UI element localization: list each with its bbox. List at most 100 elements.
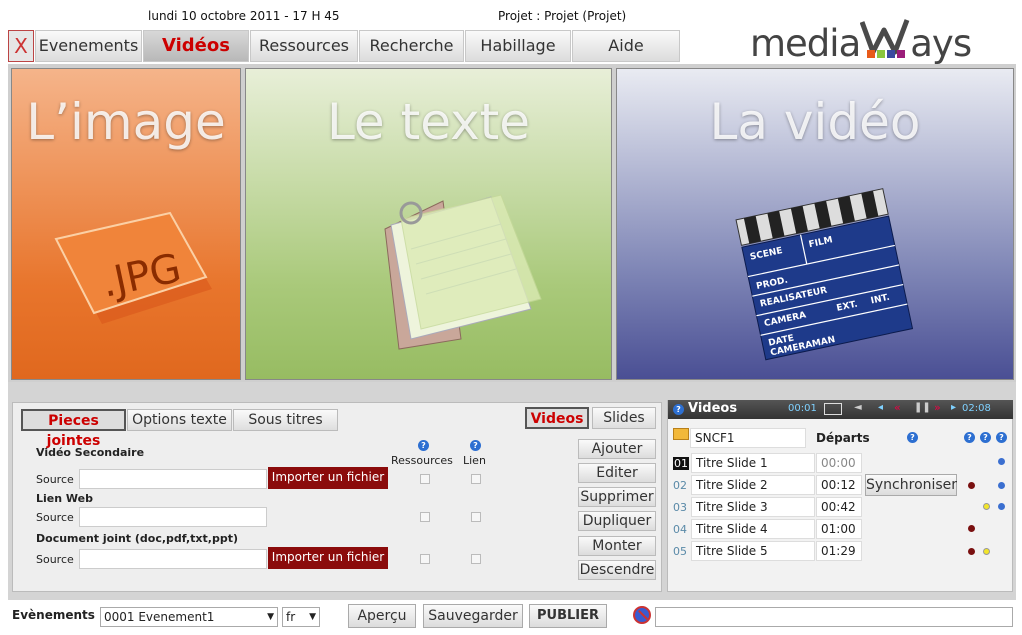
- slide-time[interactable]: 00:00: [816, 453, 862, 473]
- video-secondaire-label: Vidéo Secondaire: [36, 446, 145, 459]
- lien-checkbox[interactable]: [471, 474, 481, 484]
- document-joint-label: Document joint (doc,pdf,txt,ppt): [36, 532, 238, 545]
- lien-web-label: Lien Web: [36, 492, 93, 505]
- slide-title[interactable]: Titre Slide 1: [691, 453, 815, 473]
- tab-recherche[interactable]: Recherche: [359, 30, 464, 62]
- ajouter-button[interactable]: Ajouter: [578, 439, 656, 459]
- publier-button[interactable]: PUBLIER: [529, 604, 607, 628]
- tab-evenements[interactable]: Evenements: [35, 30, 142, 62]
- subtab-sous-titres[interactable]: Sous titres: [233, 409, 338, 431]
- help-icon[interactable]: ?: [418, 440, 429, 451]
- subtab-videos[interactable]: Videos: [525, 407, 589, 429]
- tab-aide[interactable]: Aide: [572, 30, 680, 62]
- slide-time[interactable]: 00:12: [816, 475, 862, 495]
- dupliquer-button[interactable]: Dupliquer: [578, 511, 656, 531]
- status-dot: [998, 503, 1005, 510]
- status-dot: [968, 525, 975, 532]
- slide-title[interactable]: Titre Slide 5: [691, 541, 815, 561]
- pause-icon[interactable]: ❚❚: [914, 402, 931, 413]
- sauvegarder-button[interactable]: Sauvegarder: [423, 604, 523, 628]
- status-input[interactable]: [655, 607, 1013, 627]
- language-select-value: fr: [286, 610, 296, 624]
- no-status-icon: [633, 606, 651, 624]
- status-dot: [983, 548, 990, 555]
- row-number: 01: [673, 457, 689, 470]
- editer-button[interactable]: Editer: [578, 463, 656, 483]
- language-select[interactable]: fr ▼: [282, 607, 320, 627]
- help-icon[interactable]: ?: [673, 404, 684, 415]
- time-end: 02:08: [962, 403, 991, 414]
- slide-time[interactable]: 00:42: [816, 497, 862, 517]
- slide-time[interactable]: 01:00: [816, 519, 862, 539]
- source-label: Source: [36, 553, 74, 566]
- row-number: 03: [673, 501, 687, 514]
- departs-label: Départs: [816, 431, 870, 445]
- source-label: Source: [36, 511, 74, 524]
- prev-icon[interactable]: ◂: [878, 402, 883, 413]
- notepad-icon: [371, 189, 551, 362]
- subtab-options-texte[interactable]: Options texte: [127, 409, 232, 431]
- panel-image[interactable]: L’image .JPG: [11, 68, 241, 380]
- status-dot: [998, 458, 1005, 465]
- rewind-icon[interactable]: «: [894, 401, 901, 414]
- mediaways-logo: media ays: [750, 12, 972, 65]
- videos-title: Videos: [688, 401, 738, 416]
- header-project: Projet : Projet (Projet): [498, 9, 627, 23]
- tab-videos[interactable]: Vidéos: [143, 30, 249, 62]
- supprimer-button[interactable]: Supprimer: [578, 487, 656, 507]
- subtab-pieces-jointes[interactable]: Pieces jointes: [21, 409, 126, 449]
- lien-web-input[interactable]: [79, 507, 267, 527]
- slide-title[interactable]: Titre Slide 4: [691, 519, 815, 539]
- panel-text-title: Le texte: [326, 93, 531, 151]
- document-source-input[interactable]: [79, 549, 267, 569]
- synchroniser-button[interactable]: Synchroniser: [865, 474, 957, 496]
- evenement-select[interactable]: 0001 Evenement1 ▼: [100, 607, 278, 627]
- chevron-down-icon: ▼: [309, 612, 316, 622]
- ressources-checkbox[interactable]: [420, 474, 430, 484]
- panel-video-title: La vidéo: [709, 93, 921, 151]
- col-lien-label: Lien: [463, 454, 486, 467]
- fullscreen-icon[interactable]: [824, 403, 842, 415]
- source-label: Source: [36, 473, 74, 486]
- time-start: 00:01: [788, 403, 817, 414]
- help-icon[interactable]: ?: [470, 440, 481, 451]
- status-dot: [968, 548, 975, 555]
- slide-time[interactable]: 01:29: [816, 541, 862, 561]
- lien-checkbox[interactable]: [471, 554, 481, 564]
- jpg-file-icon: .JPG: [42, 209, 222, 342]
- import-file-button[interactable]: Importer un fichier: [268, 467, 388, 489]
- slide-title[interactable]: Titre Slide 3: [691, 497, 815, 517]
- folder-name: SNCF1: [690, 428, 806, 448]
- folder-icon: [673, 428, 689, 440]
- tab-ressources[interactable]: Ressources: [250, 30, 358, 62]
- volume-icon[interactable]: ◄: [854, 402, 862, 413]
- evenements-label: Evènements: [12, 608, 95, 622]
- help-icon[interactable]: ?: [907, 432, 918, 443]
- help-icon[interactable]: ?: [964, 432, 975, 443]
- ressources-checkbox[interactable]: [420, 512, 430, 522]
- evenement-select-value: 0001 Evenement1: [104, 610, 215, 624]
- lien-checkbox[interactable]: [471, 512, 481, 522]
- row-number: 05: [673, 545, 687, 558]
- chevron-down-icon: ▼: [267, 612, 274, 622]
- panel-video[interactable]: La vidéo SCENE FILM PROD. REALISATEUR CA…: [616, 68, 1014, 380]
- video-source-input[interactable]: [79, 469, 267, 489]
- apercu-button[interactable]: Aperçu: [348, 604, 416, 628]
- subtab-slides[interactable]: Slides: [592, 407, 656, 429]
- status-dot: [968, 482, 975, 489]
- forward-icon[interactable]: »: [934, 401, 941, 414]
- clapperboard-icon: SCENE FILM PROD. REALISATEUR CAMERA EXT.…: [727, 144, 917, 367]
- next-icon[interactable]: ▸: [951, 402, 956, 413]
- tab-habillage[interactable]: Habillage: [465, 30, 571, 62]
- panel-image-title: L’image: [26, 93, 226, 151]
- slide-title[interactable]: Titre Slide 2: [691, 475, 815, 495]
- close-button[interactable]: X: [8, 30, 34, 62]
- help-icon[interactable]: ?: [996, 432, 1007, 443]
- import-file-button[interactable]: Importer un fichier: [268, 547, 388, 569]
- help-icon[interactable]: ?: [980, 432, 991, 443]
- panel-text[interactable]: Le texte: [245, 68, 612, 380]
- descendre-button[interactable]: Descendre: [578, 560, 656, 580]
- monter-button[interactable]: Monter: [578, 536, 656, 556]
- header-date: lundi 10 octobre 2011 - 17 H 45: [148, 9, 340, 23]
- ressources-checkbox[interactable]: [420, 554, 430, 564]
